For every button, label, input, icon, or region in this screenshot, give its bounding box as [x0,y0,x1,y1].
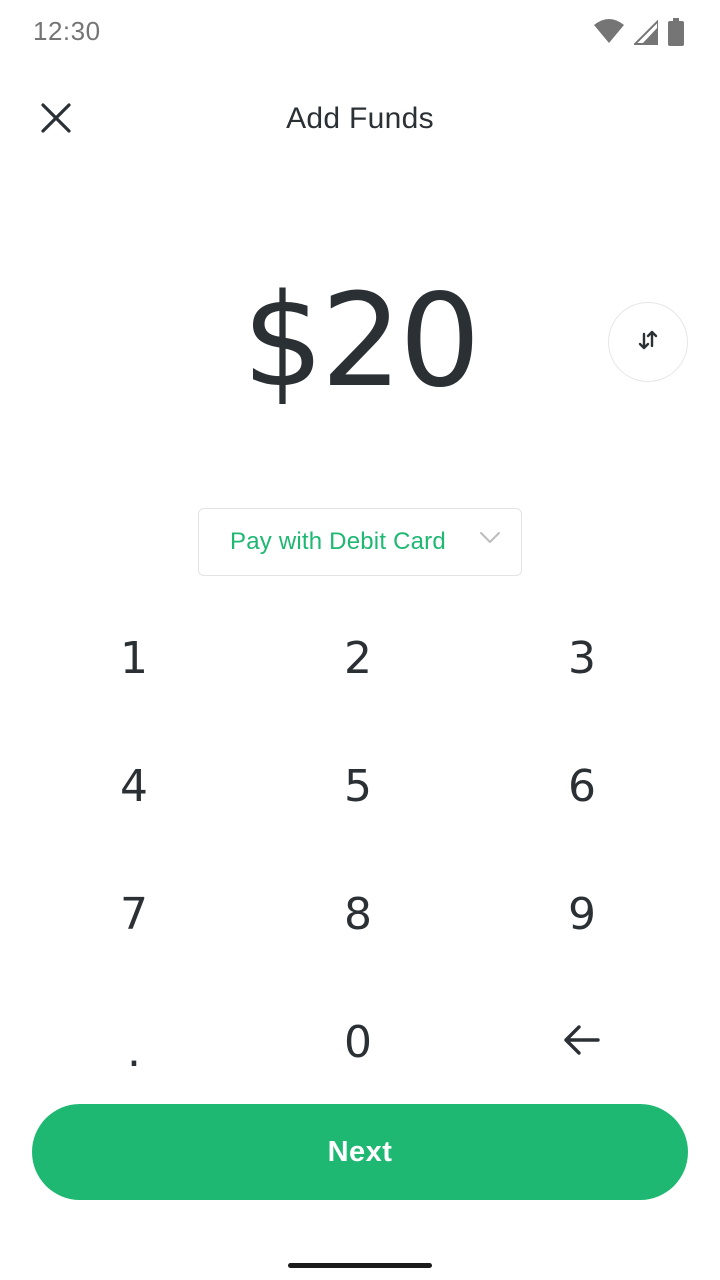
keypad: 1 2 3 4 5 6 7 8 9 . 0 [22,594,694,1106]
key-3[interactable]: 3 [470,594,694,722]
key-backspace[interactable] [470,978,694,1106]
wifi-icon [594,19,624,50]
key-4[interactable]: 4 [22,722,246,850]
key-decimal[interactable]: . [22,978,246,1106]
swap-arrows-icon [636,328,660,357]
currency-toggle-button[interactable] [608,302,688,382]
chevron-down-icon [479,531,501,550]
status-time: 12:30 [33,16,101,46]
status-icons [594,18,684,51]
key-1[interactable]: 1 [22,594,246,722]
header: Add Funds [0,80,720,164]
key-5[interactable]: 5 [246,722,470,850]
payment-method-label: Pay with Debit Card [230,528,446,555]
keypad-row: 7 8 9 [22,850,694,978]
status-bar: 12:30 [0,0,720,64]
key-6[interactable]: 6 [470,722,694,850]
key-8[interactable]: 8 [246,850,470,978]
keypad-row: 4 5 6 [22,722,694,850]
signal-icon [632,18,659,50]
key-9[interactable]: 9 [470,850,694,978]
keypad-row: 1 2 3 [22,594,694,722]
keypad-row: . 0 [22,978,694,1106]
backspace-icon [562,1017,602,1068]
home-indicator[interactable] [288,1263,432,1268]
payment-method-selector[interactable]: Pay with Debit Card [198,508,522,576]
key-0[interactable]: 0 [246,978,470,1106]
key-2[interactable]: 2 [246,594,470,722]
battery-icon [668,18,684,51]
key-7[interactable]: 7 [22,850,246,978]
page-title: Add Funds [286,102,434,135]
next-button[interactable]: Next [32,1104,688,1200]
